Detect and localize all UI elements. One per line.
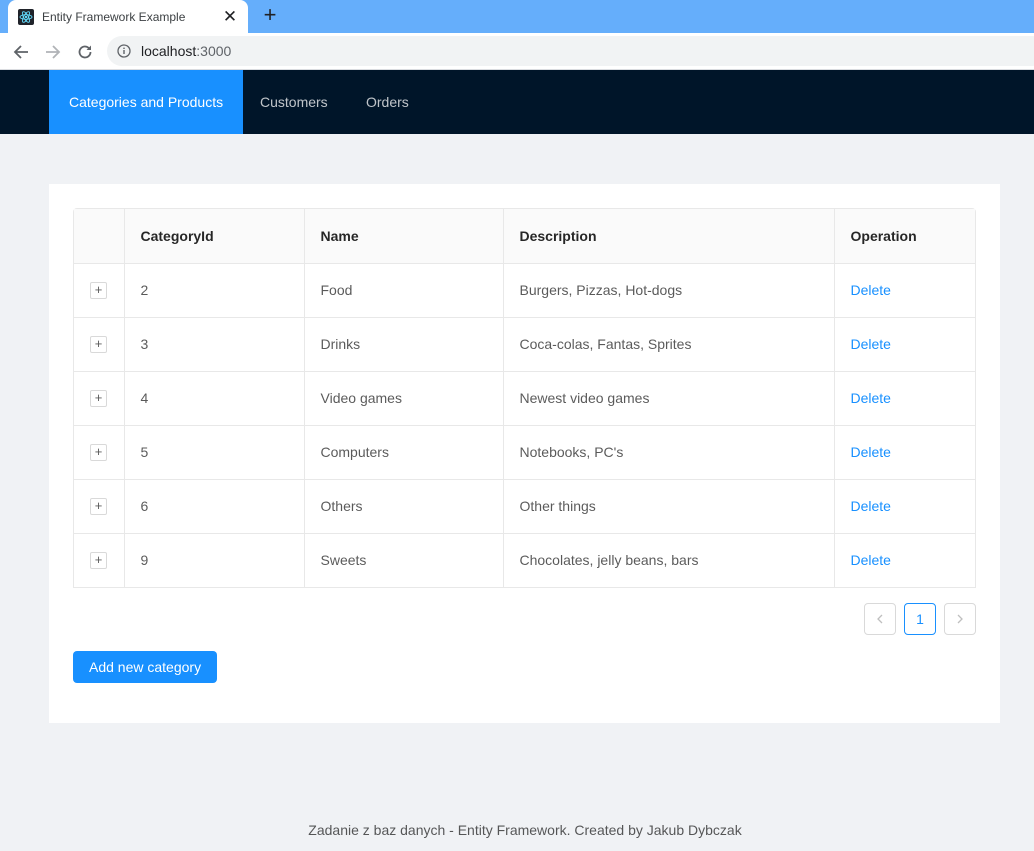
delete-link[interactable]: Delete [851,444,891,460]
info-icon[interactable] [117,44,131,58]
cell-description: Notebooks, PC's [503,425,835,480]
cell-category-id: 9 [124,533,305,587]
table-row: + 3 Drinks Coca-colas, Fantas, Sprites D… [74,317,975,372]
plus-icon[interactable]: + [258,4,282,28]
url-port: :3000 [196,43,232,59]
delete-link[interactable]: Delete [851,390,891,406]
next-page-button[interactable] [944,603,976,635]
nav-categories-and-products[interactable]: Categories and Products [49,70,244,134]
table-row: + 4 Video games Newest video games Delet… [74,371,975,426]
browser-tabstrip: Entity Framework Example ✕ + [0,0,1034,33]
cell-name: Sweets [304,533,504,587]
cell-name: Food [304,263,504,318]
cell-name: Computers [304,425,504,480]
arrow-right-icon[interactable] [40,39,66,65]
nav-orders[interactable]: Orders [346,70,429,134]
cell-category-id: 3 [124,317,305,372]
cell-name: Others [304,479,504,534]
expand-row-button[interactable]: + [90,498,107,515]
table-row: + 2 Food Burgers, Pizzas, Hot-dogs Delet… [74,263,975,318]
delete-link[interactable]: Delete [851,336,891,352]
column-header-categoryid: CategoryId [124,209,305,264]
categories-table: CategoryId Name Description Operation + … [73,208,976,588]
expand-row-button[interactable]: + [90,336,107,353]
chevron-right-icon [957,614,963,624]
cell-description: Newest video games [503,371,835,426]
cell-name: Drinks [304,317,504,372]
column-header-description: Description [503,209,835,264]
pagination: 1 [864,603,976,635]
browser-toolbar: localhost:3000 [0,33,1034,70]
nav-customers[interactable]: Customers [240,70,348,134]
page-button-current[interactable]: 1 [904,603,936,635]
column-header-operation: Operation [834,209,975,264]
expand-row-button[interactable]: + [90,390,107,407]
arrow-left-icon[interactable] [8,39,34,65]
cell-category-id: 5 [124,425,305,480]
close-icon[interactable]: ✕ [222,8,238,25]
cell-category-id: 4 [124,371,305,426]
cell-description: Burgers, Pizzas, Hot-dogs [503,263,835,318]
cell-description: Other things [503,479,835,534]
delete-link[interactable]: Delete [851,498,891,514]
expand-row-button[interactable]: + [90,552,107,570]
chevron-left-icon [877,614,883,624]
table-header-row: CategoryId Name Description Operation [74,209,975,264]
url-host: localhost [141,43,197,59]
footer-text: Zadanie z baz danych - Entity Framework.… [308,822,742,838]
cell-description: Coca-colas, Fantas, Sprites [503,317,835,372]
browser-tab[interactable]: Entity Framework Example ✕ [8,0,248,33]
add-new-category-button[interactable]: Add new category [73,651,218,683]
react-logo-icon [18,8,34,25]
expand-row-button[interactable]: + [90,282,107,299]
table-row: + 9 Sweets Chocolates, jelly beans, bars… [74,533,975,587]
column-header-name: Name [304,209,504,264]
content-card: CategoryId Name Description Operation + … [49,184,1000,723]
expand-column-header [74,209,125,264]
delete-link[interactable]: Delete [851,282,891,298]
table-row: + 6 Others Other things Delete [74,479,975,534]
browser-tab-title: Entity Framework Example [42,9,186,24]
cell-category-id: 6 [124,479,305,534]
cell-description: Chocolates, jelly beans, bars [503,533,835,587]
reload-icon[interactable] [72,39,98,65]
cell-name: Video games [304,371,504,426]
table-row: + 5 Computers Notebooks, PC's Delete [74,425,975,480]
delete-link[interactable]: Delete [851,552,891,568]
address-bar[interactable]: localhost:3000 [107,36,1034,66]
app-header: Categories and Products Customers Orders [0,70,1034,134]
cell-category-id: 2 [124,263,305,318]
prev-page-button[interactable] [864,603,896,635]
expand-row-button[interactable]: + [90,444,107,461]
